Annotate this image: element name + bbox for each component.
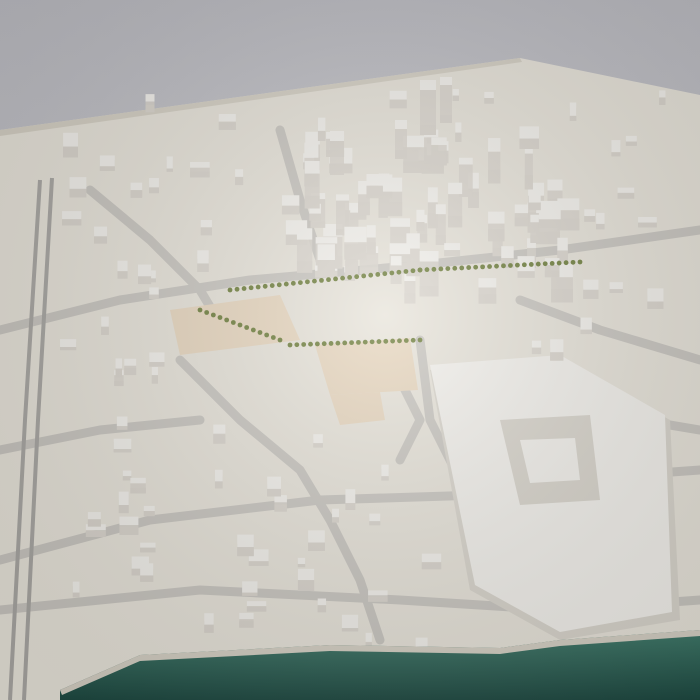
lighting-overlay [0, 0, 700, 700]
urban-model-scene [0, 0, 700, 700]
